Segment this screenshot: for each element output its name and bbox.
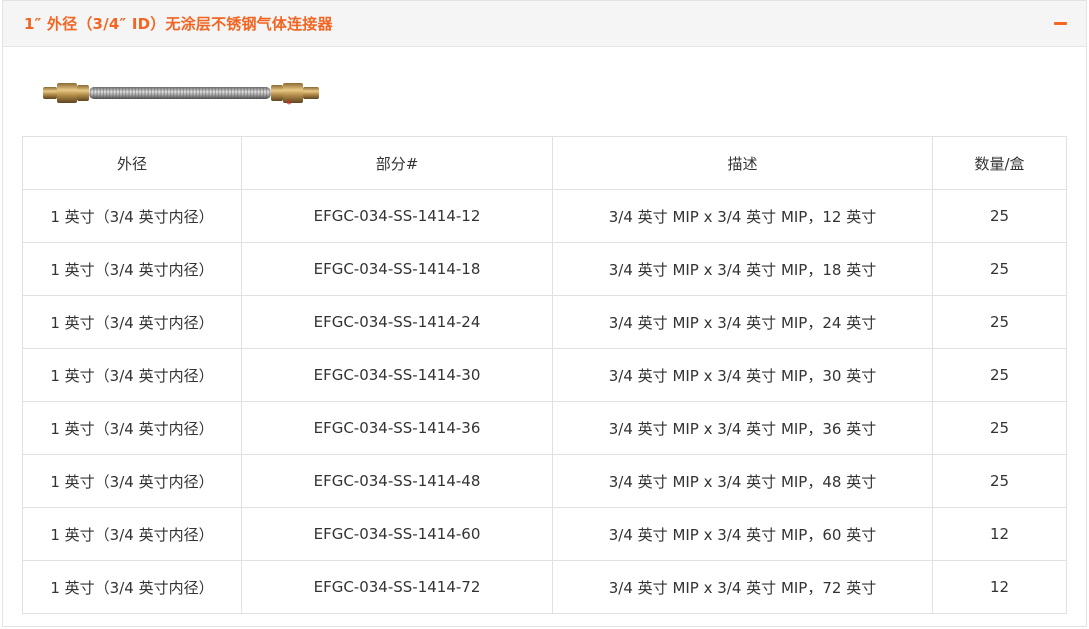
cell-part-number: EFGC-034-SS-1414-72 xyxy=(241,560,553,614)
cell-od: 1 英寸（3/4 英寸内径） xyxy=(22,295,242,349)
cell-od: 1 英寸（3/4 英寸内径） xyxy=(22,507,242,561)
stainless-flex-gas-connector-image xyxy=(43,83,319,105)
column-header-qty-per-box: 数量/盒 xyxy=(932,136,1067,190)
cell-qty: 12 xyxy=(932,560,1067,614)
cell-description: 3/4 英寸 MIP x 3/4 英寸 MIP，30 英寸 xyxy=(552,348,933,402)
cell-description: 3/4 英寸 MIP x 3/4 英寸 MIP，18 英寸 xyxy=(552,242,933,296)
column-header-part-number: 部分# xyxy=(241,136,553,190)
cell-qty: 25 xyxy=(932,242,1067,296)
panel-header[interactable]: 1″ 外径（3/4″ ID）无涂层不锈钢气体连接器 xyxy=(3,1,1086,47)
cell-description: 3/4 英寸 MIP x 3/4 英寸 MIP，60 英寸 xyxy=(552,507,933,561)
cell-od: 1 英寸（3/4 英寸内径） xyxy=(22,348,242,402)
panel-title: 1″ 外径（3/4″ ID）无涂层不锈钢气体连接器 xyxy=(24,15,333,33)
cell-part-number: EFGC-034-SS-1414-30 xyxy=(241,348,553,402)
cell-qty: 25 xyxy=(932,189,1067,243)
table-row: 1 英寸（3/4 英寸内径） EFGC-034-SS-1414-72 3/4 英… xyxy=(22,560,1067,614)
table-row: 1 英寸（3/4 英寸内径） EFGC-034-SS-1414-12 3/4 英… xyxy=(22,189,1067,243)
collapse-minus-icon[interactable] xyxy=(1052,16,1068,32)
product-spec-table: 外径 部分# 描述 数量/盒 1 英寸（3/4 英寸内径） EFGC-034-S… xyxy=(22,136,1067,614)
cell-od: 1 英寸（3/4 英寸内径） xyxy=(22,242,242,296)
cell-qty: 25 xyxy=(932,348,1067,402)
cell-od: 1 英寸（3/4 英寸内径） xyxy=(22,454,242,508)
cell-qty: 25 xyxy=(932,454,1067,508)
cell-part-number: EFGC-034-SS-1414-18 xyxy=(241,242,553,296)
cell-part-number: EFGC-034-SS-1414-36 xyxy=(241,401,553,455)
cell-description: 3/4 英寸 MIP x 3/4 英寸 MIP，36 英寸 xyxy=(552,401,933,455)
cell-description: 3/4 英寸 MIP x 3/4 英寸 MIP，12 英寸 xyxy=(552,189,933,243)
table-row: 1 英寸（3/4 英寸内径） EFGC-034-SS-1414-48 3/4 英… xyxy=(22,454,1067,508)
cell-qty: 12 xyxy=(932,507,1067,561)
table-row: 1 英寸（3/4 英寸内径） EFGC-034-SS-1414-18 3/4 英… xyxy=(22,242,1067,296)
cell-part-number: EFGC-034-SS-1414-24 xyxy=(241,295,553,349)
cell-qty: 25 xyxy=(932,401,1067,455)
column-header-description: 描述 xyxy=(552,136,933,190)
cell-od: 1 英寸（3/4 英寸内径） xyxy=(22,189,242,243)
column-header-od: 外径 xyxy=(22,136,242,190)
cell-part-number: EFGC-034-SS-1414-60 xyxy=(241,507,553,561)
cell-od: 1 英寸（3/4 英寸内径） xyxy=(22,560,242,614)
table-header-row: 外径 部分# 描述 数量/盒 xyxy=(22,136,1067,190)
cell-part-number: EFGC-034-SS-1414-12 xyxy=(241,189,553,243)
cell-qty: 25 xyxy=(932,295,1067,349)
cell-od: 1 英寸（3/4 英寸内径） xyxy=(22,401,242,455)
cell-part-number: EFGC-034-SS-1414-48 xyxy=(241,454,553,508)
table-row: 1 英寸（3/4 英寸内径） EFGC-034-SS-1414-24 3/4 英… xyxy=(22,295,1067,349)
cell-description: 3/4 英寸 MIP x 3/4 英寸 MIP，48 英寸 xyxy=(552,454,933,508)
table-row: 1 英寸（3/4 英寸内径） EFGC-034-SS-1414-60 3/4 英… xyxy=(22,507,1067,561)
table-row: 1 英寸（3/4 英寸内径） EFGC-034-SS-1414-30 3/4 英… xyxy=(22,348,1067,402)
cell-description: 3/4 英寸 MIP x 3/4 英寸 MIP，24 英寸 xyxy=(552,295,933,349)
cell-description: 3/4 英寸 MIP x 3/4 英寸 MIP，72 英寸 xyxy=(552,560,933,614)
table-row: 1 英寸（3/4 英寸内径） EFGC-034-SS-1414-36 3/4 英… xyxy=(22,401,1067,455)
